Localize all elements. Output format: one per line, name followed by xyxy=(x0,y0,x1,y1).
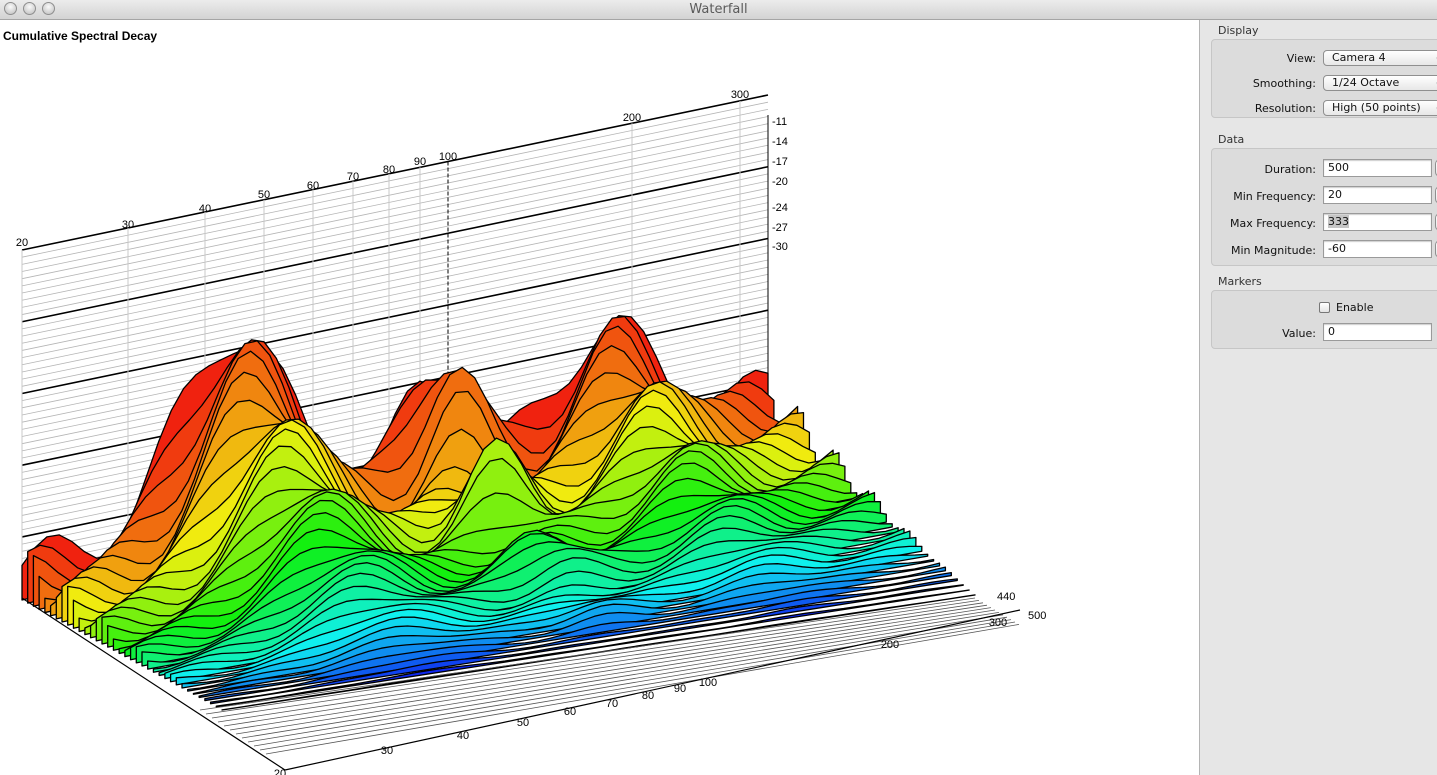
smoothing-select[interactable]: 1/24 Octave ▲▼ xyxy=(1323,75,1437,91)
front-freq-tick-label: 60 xyxy=(564,706,576,718)
front-freq-tick-label: 20 xyxy=(274,768,286,775)
waterfall-plot[interactable]: 20 30 40 50 60 70 80 90 100 200 300 20 30 40 50 60 70 80 9… xyxy=(0,20,1198,775)
grid-line xyxy=(21,187,769,344)
magnitude-tick-label: -20 xyxy=(772,176,788,188)
grid-line xyxy=(21,180,769,337)
enable-markers-checkbox[interactable] xyxy=(1319,302,1330,313)
back-freq-tick-label: 30 xyxy=(122,219,134,231)
min-magnitude-input[interactable]: -60 xyxy=(1323,240,1432,258)
duration-input[interactable]: 500 xyxy=(1323,159,1432,177)
front-freq-tick-label: 200 xyxy=(881,639,899,651)
back-freq-tick-label: 100 xyxy=(439,151,457,163)
grid-line xyxy=(21,101,769,258)
back-freq-tick-label: 200 xyxy=(623,112,641,124)
front-freq-tick-label: 70 xyxy=(606,698,618,710)
grid-line xyxy=(21,216,769,373)
selected-text: 333 xyxy=(1328,215,1349,228)
magnitude-tick-label: -11 xyxy=(772,116,787,128)
back-freq-tick-label: 40 xyxy=(199,203,211,215)
grid-line xyxy=(21,159,769,315)
grid-line xyxy=(21,108,769,265)
front-freq-tick-label: 300 xyxy=(989,617,1007,629)
grid-line xyxy=(21,130,769,287)
grid-line xyxy=(21,209,769,366)
marker-value-input[interactable]: 0 xyxy=(1323,323,1432,341)
grid-line xyxy=(21,173,769,330)
enable-markers-label[interactable]: Enable xyxy=(1336,301,1373,314)
front-freq-tick-label: 100 xyxy=(699,677,717,689)
markers-group-title: Markers xyxy=(1218,275,1262,288)
grid-line xyxy=(21,116,769,272)
magnitude-tick-label: -24 xyxy=(772,202,788,214)
front-freq-tick-label: 90 xyxy=(674,683,686,695)
back-freq-tick-label: 20 xyxy=(16,237,28,249)
magnitude-tick-label: -27 xyxy=(772,222,788,234)
back-freq-tick-label: 70 xyxy=(347,171,359,183)
min-frequency-label: Min Frequency: xyxy=(1233,190,1316,203)
min-frequency-input[interactable]: 20 xyxy=(1323,186,1432,204)
window-title: Waterfall xyxy=(689,2,748,17)
data-group-title: Data xyxy=(1218,133,1245,146)
back-freq-tick-label: 300 xyxy=(731,89,749,101)
grid-line xyxy=(21,123,769,280)
magnitude-tick-label: -14 xyxy=(772,136,788,148)
max-frequency-input[interactable]: 333 xyxy=(1323,213,1432,231)
magnitude-tick-label: -17 xyxy=(772,156,788,168)
data-group: Duration: 500 ▲▼ Min Frequency: 20 ▲▼ Ma… xyxy=(1211,148,1437,266)
back-freq-tick-label: 60 xyxy=(307,180,319,192)
view-label: View: xyxy=(1286,52,1316,65)
display-group: View: Camera 4 ▲▼ Smoothing: 1/24 Octave… xyxy=(1211,39,1437,118)
display-group-title: Display xyxy=(1218,24,1259,37)
marker-value-label: Value: xyxy=(1282,327,1316,340)
back-freq-tick-label: 90 xyxy=(414,156,426,168)
front-freq-tick-label: 50 xyxy=(517,717,529,729)
grid-line xyxy=(21,137,769,294)
title-bar: Waterfall xyxy=(0,0,1437,20)
resolution-label: Resolution: xyxy=(1254,102,1316,115)
back-freq-tick-label: 80 xyxy=(383,164,395,176)
time-tick-label: 500 xyxy=(1028,610,1046,622)
resolution-select[interactable]: High (50 points) ▲▼ xyxy=(1323,100,1437,116)
front-freq-tick-label: 40 xyxy=(457,730,469,742)
min-magnitude-label: Min Magnitude: xyxy=(1231,244,1316,257)
back-freq-tick-label: 50 xyxy=(258,189,270,201)
magnitude-tick-label: -30 xyxy=(772,241,788,253)
max-frequency-label: Max Frequency: xyxy=(1230,217,1316,230)
smoothing-label: Smoothing: xyxy=(1252,77,1316,90)
control-panel: Display View: Camera 4 ▲▼ Smoothing: 1/2… xyxy=(1199,20,1437,775)
duration-label: Duration: xyxy=(1264,163,1316,176)
view-select[interactable]: Camera 4 ▲▼ xyxy=(1323,50,1437,66)
front-freq-tick-label: 30 xyxy=(381,745,393,757)
grid-line xyxy=(21,165,769,323)
front-freq-tick-label: 80 xyxy=(642,690,654,702)
markers-group: Enable Value: 0 xyxy=(1211,290,1437,349)
time-tick-label: 440 xyxy=(997,591,1015,603)
